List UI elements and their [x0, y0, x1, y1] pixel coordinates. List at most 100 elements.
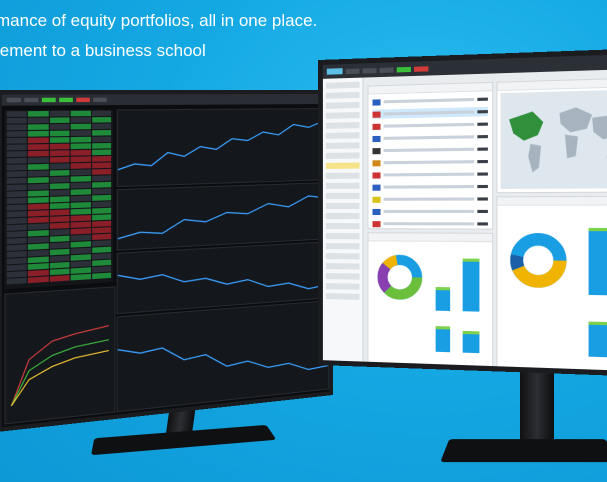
quote-cell	[28, 230, 49, 237]
exposure-row[interactable]	[372, 132, 488, 143]
toolbar-button[interactable]	[24, 97, 39, 103]
chart-line	[11, 326, 109, 406]
quote-cell	[28, 223, 49, 230]
sidebar-item[interactable]	[325, 81, 360, 89]
sidebar-item[interactable]	[325, 213, 360, 220]
sidebar-item[interactable]	[325, 101, 360, 109]
quote-cell	[70, 175, 91, 182]
quote-cell	[6, 277, 28, 285]
quote-cell	[91, 240, 112, 247]
toolbar-button[interactable]	[345, 68, 360, 74]
quote-cell	[28, 110, 49, 117]
quote-row[interactable]	[6, 110, 112, 117]
sidebar-item[interactable]	[325, 91, 360, 99]
quote-row[interactable]	[6, 117, 112, 124]
quote-cell	[6, 231, 28, 238]
quote-cell	[70, 254, 91, 261]
exposure-row[interactable]	[372, 144, 488, 155]
quote-cell	[6, 191, 28, 198]
quote-cell	[49, 248, 70, 256]
exposure-row[interactable]	[372, 169, 488, 179]
toolbar-button[interactable]	[41, 97, 56, 103]
quote-cell	[6, 144, 28, 151]
quote-cell	[91, 207, 112, 214]
quote-cell	[91, 220, 112, 227]
row-value	[477, 172, 488, 176]
row-label	[383, 209, 475, 214]
toolbar-button[interactable]	[414, 65, 429, 72]
sidebar-item[interactable]	[325, 273, 360, 280]
flag-icon	[372, 208, 381, 215]
toolbar-button[interactable]	[396, 66, 411, 72]
toolbar-button[interactable]	[76, 97, 90, 103]
quote-cell	[70, 143, 91, 150]
sidebar-item[interactable]	[325, 223, 360, 230]
quote-cell	[28, 210, 49, 217]
sidebar-item[interactable]	[325, 293, 360, 300]
right-monitor-stand-base	[440, 439, 607, 463]
right-monitor	[318, 48, 607, 377]
bar	[435, 287, 451, 311]
quote-grid	[4, 109, 114, 290]
quote-cell	[49, 255, 70, 262]
row-label	[383, 185, 475, 189]
exposure-row[interactable]	[372, 207, 488, 216]
quote-cell	[6, 137, 28, 144]
sidebar-item[interactable]	[325, 283, 360, 290]
quote-cell	[70, 195, 91, 202]
toolbar-button[interactable]	[6, 97, 21, 103]
exposure-row[interactable]	[372, 94, 488, 106]
quote-cell	[28, 130, 49, 137]
sidebar-item[interactable]	[325, 263, 360, 270]
exposure-row[interactable]	[372, 182, 488, 192]
quote-cell	[70, 267, 91, 274]
quote-cell	[49, 261, 70, 269]
quote-cell	[91, 201, 112, 208]
sidebar-item[interactable]	[325, 243, 360, 250]
quote-cell	[70, 110, 91, 117]
chart-line	[11, 351, 109, 406]
bar	[588, 227, 607, 296]
quote-cell	[91, 162, 112, 169]
quote-cell	[70, 130, 91, 136]
quote-cell	[70, 215, 91, 222]
sidebar-item[interactable]	[325, 233, 360, 240]
quote-cell	[28, 203, 49, 210]
sidebar-item[interactable]	[325, 253, 360, 260]
exposure-row[interactable]	[372, 194, 488, 204]
quote-cell	[91, 259, 112, 267]
sidebar-item[interactable]	[325, 122, 360, 129]
toolbar-button[interactable]	[362, 67, 377, 74]
quote-cell	[49, 156, 70, 163]
left-monitor	[0, 90, 333, 433]
row-label	[383, 172, 475, 177]
quote-cell	[49, 202, 70, 210]
quote-cell	[6, 271, 28, 278]
quote-cell	[70, 247, 91, 255]
sidebar-item[interactable]	[325, 202, 360, 209]
exposure-row[interactable]	[372, 219, 488, 229]
sidebar-item[interactable]	[325, 142, 360, 149]
sidebar-item[interactable]	[325, 172, 360, 179]
sidebar-item[interactable]	[325, 182, 360, 189]
sidebar-item[interactable]	[325, 132, 360, 139]
toolbar-button[interactable]	[93, 97, 107, 102]
sidebar-item[interactable]	[325, 162, 360, 169]
quote-cell	[70, 162, 91, 169]
quote-cell	[91, 227, 112, 234]
exposure-row[interactable]	[372, 119, 488, 131]
sidebar-item[interactable]	[325, 112, 360, 119]
sidebar-item[interactable]	[325, 152, 360, 159]
world-map-icon	[500, 89, 607, 190]
quote-cell	[28, 196, 49, 204]
chart-line	[11, 340, 109, 406]
quote-cell	[6, 204, 28, 211]
panel-title-bar	[497, 196, 607, 206]
toolbar-button[interactable]	[59, 97, 73, 103]
exposure-row[interactable]	[372, 106, 488, 119]
toolbar-button[interactable]	[379, 66, 394, 73]
flag-icon	[372, 111, 381, 118]
exposure-row[interactable]	[372, 157, 488, 168]
sidebar-item[interactable]	[325, 192, 360, 199]
quote-cell	[91, 272, 112, 280]
